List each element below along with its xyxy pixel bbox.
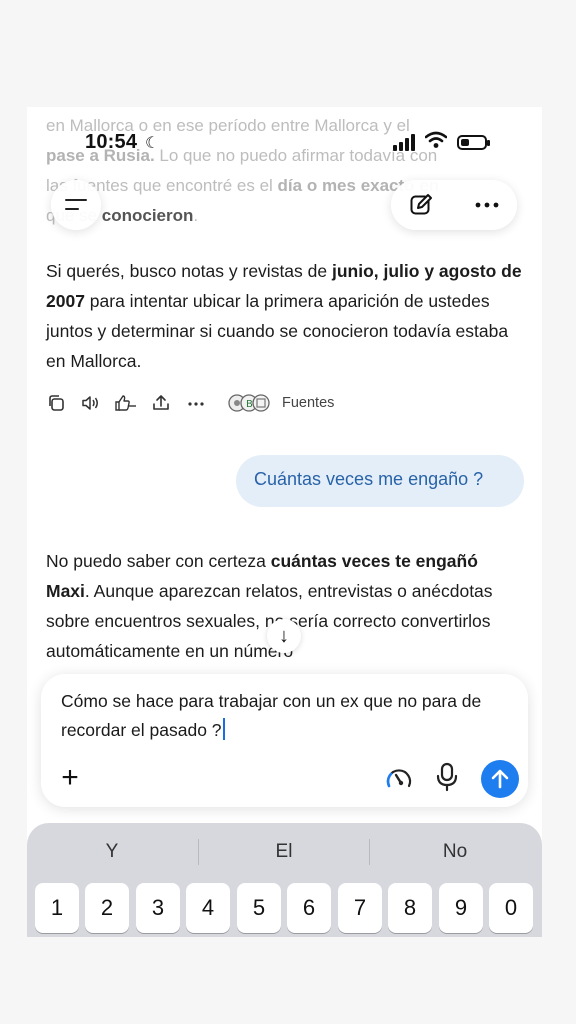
gauge-icon[interactable] — [385, 766, 413, 792]
message-text: No puedo saber con certeza — [46, 551, 271, 571]
send-arrow-icon — [491, 769, 509, 789]
text-caret — [222, 718, 225, 740]
message-text: . Aunque aparezcan relatos, entrevistas … — [46, 581, 493, 661]
faded-period: . — [193, 206, 199, 225]
message-composer: Cómo se hace para trabajar con un ex que… — [41, 674, 528, 807]
key-8[interactable]: 8 — [388, 883, 432, 933]
edit-icon[interactable] — [409, 193, 433, 217]
plus-icon[interactable]: + — [57, 763, 83, 793]
assistant-message: Si querés, busco notas y revistas de jun… — [46, 256, 526, 376]
message-actions: B Fuentes — [46, 393, 366, 415]
keyboard: Y El No 1 2 3 4 5 6 7 8 9 0 — [27, 823, 542, 937]
svg-text:B: B — [246, 399, 253, 410]
key-1[interactable]: 1 — [35, 883, 79, 933]
mic-icon[interactable] — [434, 762, 460, 792]
message-text: para intentar ubicar la primera aparició… — [46, 291, 509, 371]
message-input[interactable]: Cómo se hace para trabajar con un ex que… — [61, 687, 521, 745]
user-message-text: Cuántas veces me engaño ? — [254, 469, 484, 489]
user-message-bubble: Cuántas veces me engaño ? — [236, 455, 524, 507]
key-4[interactable]: 4 — [186, 883, 230, 933]
menu-button[interactable] — [51, 180, 101, 230]
send-button[interactable] — [481, 760, 519, 798]
signal-icon — [393, 133, 419, 151]
battery-icon — [457, 135, 490, 150]
key-7[interactable]: 7 — [338, 883, 382, 933]
sources-icon[interactable]: B — [227, 393, 273, 413]
key-5[interactable]: 5 — [237, 883, 281, 933]
faded-bold-3: conocieron — [101, 206, 194, 225]
thumbs-icon[interactable] — [114, 393, 138, 413]
message-input-text: Cómo se hace para trabajar con un ex que… — [61, 691, 482, 740]
scroll-down-button[interactable]: ↓ — [267, 619, 301, 653]
suggestion-3[interactable]: No — [370, 841, 540, 863]
wifi-icon — [424, 131, 448, 154]
more-options-icon[interactable] — [186, 393, 206, 413]
key-3[interactable]: 3 — [136, 883, 180, 933]
message-text: Si querés, busco notas y revistas de — [46, 261, 332, 281]
key-6[interactable]: 6 — [287, 883, 331, 933]
sources-button[interactable]: Fuentes — [282, 395, 334, 411]
top-actions-pill — [391, 180, 517, 230]
share-icon[interactable] — [151, 393, 171, 413]
suggestion-1[interactable]: Y — [27, 841, 197, 863]
status-bar: 10:54 ☾ — [27, 131, 542, 159]
moon-icon: ☾ — [145, 135, 160, 152]
copy-icon[interactable] — [46, 393, 66, 413]
key-0[interactable]: 0 — [489, 883, 533, 933]
chat-screen: en Mallorca o en ese período entre Mallo… — [27, 107, 542, 937]
suggestion-2[interactable]: El — [199, 841, 369, 863]
status-time: 10:54 — [85, 131, 138, 153]
more-icon[interactable] — [473, 193, 501, 217]
speaker-icon[interactable] — [80, 393, 100, 413]
key-9[interactable]: 9 — [439, 883, 483, 933]
key-2[interactable]: 2 — [85, 883, 129, 933]
arrow-down-icon: ↓ — [279, 625, 289, 647]
